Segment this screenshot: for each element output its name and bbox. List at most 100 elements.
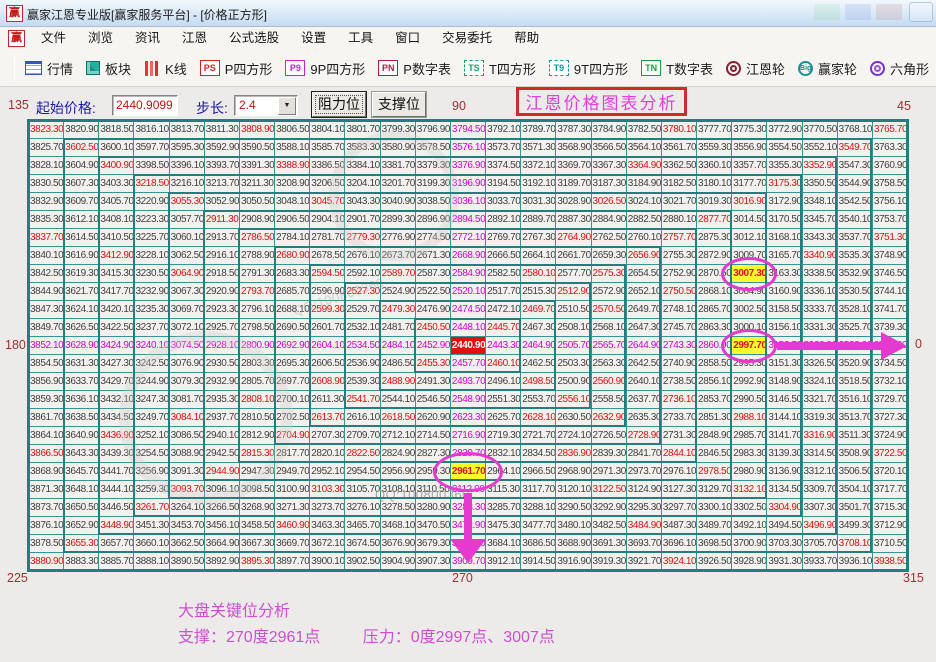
grid-cell-4-17[interactable]: 3024.10 [627,193,661,210]
grid-cell-21-18[interactable]: 3297.70 [662,499,696,516]
grid-cell-0-23[interactable]: 3768.10 [838,121,872,138]
grid-cell-3-0[interactable]: 3830.50 [29,175,63,192]
grid-cell-16-2[interactable]: 3434.50 [99,409,133,426]
grid-cell-19-1[interactable]: 3645.70 [64,463,98,480]
grid-cell-16-3[interactable]: 3249.70 [134,409,168,426]
grid-cell-6-16[interactable]: 2762.50 [592,229,626,246]
grid-cell-15-12[interactable]: 2548.90 [451,391,485,408]
grid-cell-1-19[interactable]: 3559.30 [697,139,731,156]
grid-cell-23-8[interactable]: 3672.10 [310,535,344,552]
grid-cell-20-11[interactable]: 3110.50 [416,481,450,498]
close-button[interactable] [909,2,933,22]
grid-cell-9-18[interactable]: 2750.50 [662,283,696,300]
grid-cell-7-13[interactable]: 2666.50 [486,247,520,264]
grid-cell-6-10[interactable]: 2776.90 [381,229,415,246]
grid-cell-23-22[interactable]: 3705.70 [803,535,837,552]
toolbar-button-T四方形[interactable]: TST四方形 [464,59,536,78]
grid-cell-17-20[interactable]: 2985.70 [732,427,766,444]
grid-cell-14-21[interactable]: 3148.90 [767,373,801,390]
grid-cell-7-21[interactable]: 3165.70 [767,247,801,264]
grid-cell-24-21[interactable]: 3931.30 [767,553,801,570]
grid-cell-17-18[interactable]: 2731.30 [662,427,696,444]
grid-cell-11-10[interactable]: 2481.70 [381,319,415,336]
grid-cell-2-3[interactable]: 3398.50 [134,157,168,174]
grid-cell-5-2[interactable]: 3408.10 [99,211,133,228]
grid-cell-20-12[interactable]: 3112.90 [451,481,485,498]
grid-cell-12-14[interactable]: 2464.90 [521,337,555,354]
grid-cell-7-20[interactable]: 3009.70 [732,247,766,264]
grid-cell-10-10[interactable]: 2479.30 [381,301,415,318]
grid-cell-19-19[interactable]: 2978.50 [697,463,731,480]
grid-cell-15-17[interactable]: 2637.70 [627,391,661,408]
grid-cell-12-11[interactable]: 2452.90 [416,337,450,354]
grid-cell-2-11[interactable]: 3379.30 [416,157,450,174]
grid-cell-6-6[interactable]: 2786.50 [240,229,274,246]
grid-cell-13-8[interactable]: 2606.50 [310,355,344,372]
grid-cell-1-17[interactable]: 3564.10 [627,139,661,156]
grid-cell-24-8[interactable]: 3900.10 [310,553,344,570]
grid-cell-22-24[interactable]: 3712.90 [873,517,907,534]
grid-cell-11-21[interactable]: 3156.10 [767,319,801,336]
grid-cell-1-7[interactable]: 3588.10 [275,139,309,156]
grid-cell-19-2[interactable]: 3441.70 [99,463,133,480]
grid-cell-16-18[interactable]: 2733.70 [662,409,696,426]
grid-cell-7-5[interactable]: 2916.10 [205,247,239,264]
grid-cell-12-16[interactable]: 2565.70 [592,337,626,354]
grid-cell-11-15[interactable]: 2508.10 [556,319,590,336]
grid-cell-4-7[interactable]: 3048.10 [275,193,309,210]
grid-cell-21-1[interactable]: 3650.50 [64,499,98,516]
grid-cell-16-8[interactable]: 2613.70 [310,409,344,426]
grid-cell-0-3[interactable]: 3816.10 [134,121,168,138]
grid-cell-10-3[interactable]: 3235.30 [134,301,168,318]
grid-cell-5-10[interactable]: 2899.30 [381,211,415,228]
grid-cell-8-16[interactable]: 2575.30 [592,265,626,282]
grid-cell-6-8[interactable]: 2781.70 [310,229,344,246]
grid-cell-14-20[interactable]: 2992.90 [732,373,766,390]
grid-cell-7-6[interactable]: 2788.90 [240,247,274,264]
grid-cell-17-11[interactable]: 2714.50 [416,427,450,444]
grid-cell-17-17[interactable]: 2728.90 [627,427,661,444]
grid-cell-20-3[interactable]: 3259.30 [134,481,168,498]
grid-cell-15-4[interactable]: 3081.70 [170,391,204,408]
grid-cell-17-13[interactable]: 2719.30 [486,427,520,444]
grid-cell-12-20[interactable]: 2997.70 [732,337,766,354]
grid-cell-13-10[interactable]: 2486.50 [381,355,415,372]
grid-cell-4-15[interactable]: 3028.90 [556,193,590,210]
grid-cell-14-4[interactable]: 3079.30 [170,373,204,390]
grid-cell-14-6[interactable]: 2805.70 [240,373,274,390]
grid-cell-15-0[interactable]: 3859.30 [29,391,63,408]
grid-cell-3-15[interactable]: 3189.70 [556,175,590,192]
grid-cell-16-23[interactable]: 3513.70 [838,409,872,426]
grid-cell-23-4[interactable]: 3662.50 [170,535,204,552]
grid-cell-8-10[interactable]: 2589.70 [381,265,415,282]
grid-cell-19-20[interactable]: 2980.90 [732,463,766,480]
grid-cell-13-24[interactable]: 3734.50 [873,355,907,372]
grid-cell-4-12[interactable]: 3036.10 [451,193,485,210]
grid-cell-1-20[interactable]: 3556.90 [732,139,766,156]
grid-cell-8-14[interactable]: 2580.10 [521,265,555,282]
grid-cell-1-6[interactable]: 3590.50 [240,139,274,156]
grid-cell-10-19[interactable]: 2865.70 [697,301,731,318]
grid-cell-2-19[interactable]: 3360.10 [697,157,731,174]
grid-cell-9-5[interactable]: 2920.90 [205,283,239,300]
grid-cell-11-16[interactable]: 2568.10 [592,319,626,336]
grid-cell-17-15[interactable]: 2724.10 [556,427,590,444]
grid-cell-23-5[interactable]: 3664.90 [205,535,239,552]
grid-cell-24-1[interactable]: 3883.30 [64,553,98,570]
grid-cell-2-4[interactable]: 3396.10 [170,157,204,174]
grid-cell-3-14[interactable]: 3192.10 [521,175,555,192]
grid-cell-4-16[interactable]: 3026.50 [592,193,626,210]
grid-cell-15-23[interactable]: 3516.10 [838,391,872,408]
grid-cell-12-17[interactable]: 2644.90 [627,337,661,354]
grid-cell-4-13[interactable]: 3033.70 [486,193,520,210]
grid-cell-4-19[interactable]: 3019.30 [697,193,731,210]
grid-cell-10-5[interactable]: 2923.30 [205,301,239,318]
grid-cell-6-23[interactable]: 3537.70 [838,229,872,246]
grid-cell-15-18[interactable]: 2736.10 [662,391,696,408]
grid-cell-5-24[interactable]: 3753.70 [873,211,907,228]
grid-cell-15-24[interactable]: 3729.70 [873,391,907,408]
grid-cell-14-12[interactable]: 2493.70 [451,373,485,390]
grid-cell-18-10[interactable]: 2824.90 [381,445,415,462]
grid-cell-12-9[interactable]: 2534.50 [345,337,379,354]
grid-cell-3-8[interactable]: 3206.50 [310,175,344,192]
